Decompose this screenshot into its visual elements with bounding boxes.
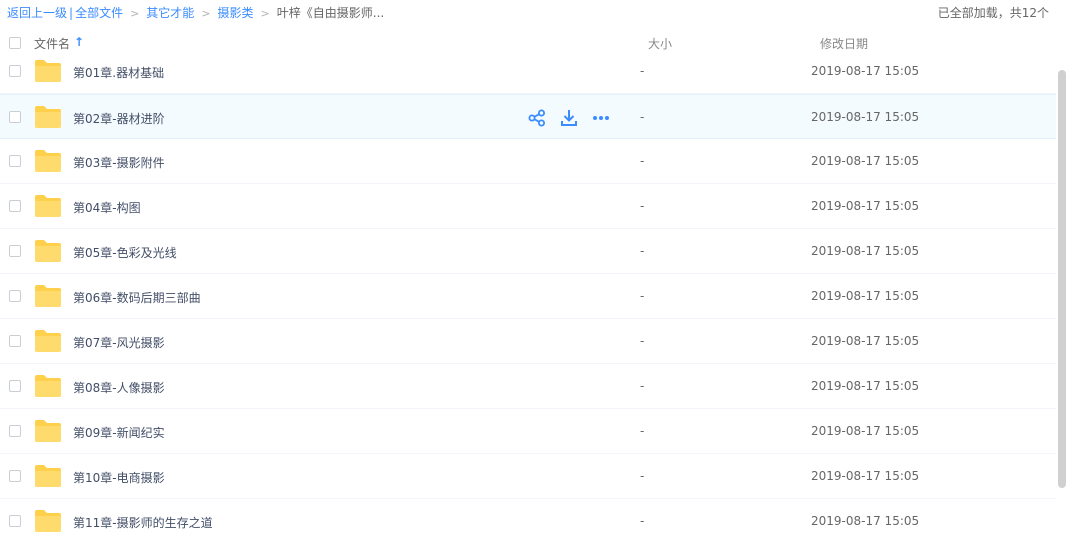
breadcrumb-current: 叶梓《自由摄影师... [276, 6, 385, 20]
vertical-scrollbar[interactable] [1058, 70, 1066, 488]
file-size: - [640, 514, 645, 528]
row-checkbox[interactable] [9, 155, 21, 167]
file-row[interactable]: 第06章-数码后期三部曲 - 2019-08-17 15:05 [0, 274, 1056, 319]
modified-date: 2019-08-17 15:05 [811, 424, 920, 438]
row-checkbox[interactable] [9, 245, 21, 257]
folder-icon[interactable] [34, 509, 62, 533]
row-checkbox[interactable] [9, 470, 21, 482]
file-row[interactable]: 第11章-摄影师的生存之道 - 2019-08-17 15:05 [0, 499, 1056, 537]
file-row[interactable]: 第04章-构图 - 2019-08-17 15:05 [0, 184, 1056, 229]
folder-icon[interactable] [34, 329, 62, 353]
row-checkbox[interactable] [9, 515, 21, 527]
folder-icon[interactable] [34, 194, 62, 218]
file-name[interactable]: 第11章-摄影师的生存之道 [73, 514, 213, 531]
file-row[interactable]: 第01章.器材基础 - 2019-08-17 15:05 [0, 49, 1056, 94]
file-row[interactable]: 第05章-色彩及光线 - 2019-08-17 15:05 [0, 229, 1056, 274]
load-status: 已全部加载，共12个 [937, 6, 1049, 20]
modified-date: 2019-08-17 15:05 [811, 289, 920, 303]
file-size: - [640, 289, 645, 303]
modified-date: 2019-08-17 15:05 [811, 469, 920, 483]
download-icon[interactable] [560, 109, 580, 127]
folder-icon[interactable] [34, 419, 62, 443]
file-name[interactable]: 第10章-电商摄影 [73, 469, 165, 486]
breadcrumb-item-photography[interactable]: 摄影类 [218, 6, 254, 20]
more-icon[interactable] [592, 109, 612, 127]
file-size: - [640, 199, 645, 213]
file-row[interactable]: 第10章-电商摄影 - 2019-08-17 15:05 [0, 454, 1056, 499]
file-name[interactable]: 第09章-新闻纪实 [73, 424, 165, 441]
folder-icon[interactable] [34, 464, 62, 488]
row-checkbox[interactable] [9, 380, 21, 392]
row-checkbox[interactable] [9, 65, 21, 77]
row-checkbox[interactable] [9, 200, 21, 212]
file-name[interactable]: 第02章-器材进阶 [73, 110, 165, 127]
breadcrumb-separator: > [201, 7, 211, 20]
top-bar: 返回上一级 | 全部文件 > 其它才能 > 摄影类 > 叶梓《自由摄影师... 已全部加载，共1… [0, 0, 1070, 24]
file-row[interactable]: 第09章-新闻纪实 - 2019-08-17 15:05 [0, 409, 1056, 454]
breadcrumb-item-all-files[interactable]: 全部文件 [75, 6, 123, 20]
file-name[interactable]: 第04章-构图 [73, 199, 141, 216]
file-size: - [640, 154, 645, 168]
file-name[interactable]: 第01章.器材基础 [73, 64, 164, 81]
folder-icon[interactable] [34, 374, 62, 398]
breadcrumb: 返回上一级 | 全部文件 > 其它才能 > 摄影类 > 叶梓《自由摄影师... [7, 4, 384, 21]
modified-date: 2019-08-17 15:05 [811, 154, 920, 168]
modified-date: 2019-08-17 15:05 [811, 379, 920, 393]
modified-date: 2019-08-17 15:05 [811, 334, 920, 348]
modified-date: 2019-08-17 15:05 [811, 199, 920, 213]
breadcrumb-separator: > [130, 7, 140, 20]
file-name[interactable]: 第08章-人像摄影 [73, 379, 165, 396]
file-name[interactable]: 第05章-色彩及光线 [73, 244, 177, 261]
file-list: 第01章.器材基础 - 2019-08-17 15:05 第02章-器材进阶 - 2019… [0, 49, 1056, 537]
file-name[interactable]: 第03章-摄影附件 [73, 154, 165, 171]
file-size: - [640, 424, 645, 438]
modified-date: 2019-08-17 15:05 [811, 514, 920, 528]
file-row[interactable]: 第03章-摄影附件 - 2019-08-17 15:05 [0, 139, 1056, 184]
folder-icon[interactable] [34, 239, 62, 263]
file-size: - [640, 64, 645, 78]
folder-icon[interactable] [34, 284, 62, 308]
file-row[interactable]: 第08章-人像摄影 - 2019-08-17 15:05 [0, 364, 1056, 409]
modified-date: 2019-08-17 15:05 [811, 64, 920, 78]
row-checkbox[interactable] [9, 425, 21, 437]
breadcrumb-item-other-skills[interactable]: 其它才能 [146, 6, 194, 20]
folder-icon[interactable] [34, 149, 62, 173]
file-row[interactable]: 第02章-器材进阶 - 2019-08-17 15:05 [0, 94, 1056, 139]
back-link[interactable]: 返回上一级 [7, 6, 67, 20]
file-size: - [640, 244, 645, 258]
breadcrumb-divider: | [69, 6, 74, 20]
row-checkbox[interactable] [9, 111, 21, 123]
share-icon[interactable] [528, 109, 548, 127]
breadcrumb-separator: > [260, 7, 270, 20]
select-all-checkbox[interactable] [9, 37, 21, 49]
row-checkbox[interactable] [9, 335, 21, 347]
sort-ascending-icon[interactable]: ↑ [74, 35, 84, 49]
modified-date: 2019-08-17 15:05 [811, 110, 920, 124]
file-row[interactable]: 第07章-风光摄影 - 2019-08-17 15:05 [0, 319, 1056, 364]
folder-icon[interactable] [34, 59, 62, 83]
file-size: - [640, 379, 645, 393]
file-size: - [640, 469, 645, 483]
file-name[interactable]: 第07章-风光摄影 [73, 334, 165, 351]
row-checkbox[interactable] [9, 290, 21, 302]
file-size: - [640, 334, 645, 348]
file-name[interactable]: 第06章-数码后期三部曲 [73, 289, 201, 306]
modified-date: 2019-08-17 15:05 [811, 244, 920, 258]
folder-icon[interactable] [34, 105, 62, 129]
file-size: - [640, 110, 645, 124]
